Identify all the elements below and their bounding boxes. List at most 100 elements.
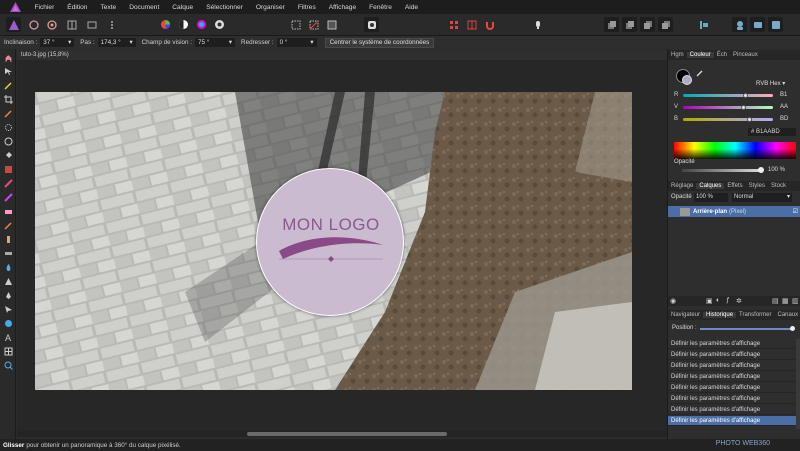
affinity-photo-logo-icon[interactable] xyxy=(8,0,22,14)
history-item[interactable]: Définir les paramètres d'affichage xyxy=(668,416,796,426)
more-options-icon[interactable] xyxy=(104,17,119,32)
mask-icon[interactable]: ▣ xyxy=(706,297,713,305)
history-item[interactable]: Définir les paramètres d'affichage xyxy=(668,339,796,349)
red-value[interactable]: B1 xyxy=(780,92,787,98)
shape-tool-icon[interactable] xyxy=(3,318,13,328)
crop-tool-icon[interactable] xyxy=(3,94,13,104)
photo-persona-icon[interactable] xyxy=(6,17,21,32)
blue-knob[interactable] xyxy=(747,116,753,122)
export-persona-icon[interactable] xyxy=(84,17,99,32)
panel-tab[interactable]: Stock xyxy=(768,183,789,189)
inclination-field[interactable]: 37 ° ▾ xyxy=(40,38,75,47)
auto-contrast-icon[interactable] xyxy=(176,17,191,32)
arrange-back-icon[interactable] xyxy=(658,17,673,32)
menu-item[interactable]: Aide xyxy=(398,4,424,11)
erase-tool-icon[interactable] xyxy=(3,206,13,216)
healing-brush-icon[interactable] xyxy=(3,248,13,258)
panel-tab[interactable]: Hgm xyxy=(668,52,687,58)
menu-item[interactable]: Fenêtre xyxy=(363,4,399,11)
auto-colors-icon[interactable] xyxy=(194,17,209,32)
blue-value[interactable]: BD xyxy=(780,116,788,122)
scrollbar-thumb[interactable] xyxy=(247,432,447,436)
color-spectrum[interactable] xyxy=(674,142,796,159)
red-knob[interactable] xyxy=(742,92,748,98)
history-item[interactable]: Définir les paramètres d'affichage xyxy=(668,372,796,382)
panel-tab[interactable]: Couleur xyxy=(686,52,714,58)
pen-tool-icon[interactable] xyxy=(3,290,13,300)
panel-tab[interactable]: Réglage xyxy=(668,183,696,189)
history-item[interactable]: Définir les paramètres d'affichage xyxy=(668,350,796,360)
align-icon[interactable] xyxy=(696,17,711,32)
fov-field[interactable]: 75 ° ▾ xyxy=(195,38,236,47)
panel-tab[interactable]: Styles xyxy=(746,183,768,189)
red-slider[interactable]: R B1 xyxy=(674,91,799,99)
logo-circle[interactable]: MON LOGO xyxy=(256,168,404,316)
center-coordinate-system-button[interactable]: Centrer le système de coordonnées xyxy=(324,37,435,48)
menu-item[interactable]: Sélectionner xyxy=(200,4,250,11)
deselect-icon[interactable] xyxy=(306,17,321,32)
panel-tab[interactable]: Historique xyxy=(703,312,737,318)
eyedropper-icon[interactable] xyxy=(696,69,704,79)
quick-mask-icon[interactable] xyxy=(364,17,379,32)
clone-tool-icon[interactable] xyxy=(3,234,13,244)
move-tool-icon[interactable] xyxy=(3,66,13,76)
paint-brush-icon[interactable] xyxy=(3,178,13,188)
menu-item[interactable]: Organiser xyxy=(249,4,291,11)
menu-item[interactable]: Texte xyxy=(94,4,123,11)
history-item[interactable]: Définir les paramètres d'affichage xyxy=(668,405,796,415)
menu-item[interactable]: Fichier xyxy=(28,4,61,11)
history-item[interactable]: Définir les paramètres d'affichage xyxy=(668,394,796,404)
document-tab[interactable]: tuto-3.jpg (15,8%) xyxy=(17,50,667,60)
sharpen-tool-icon[interactable] xyxy=(3,276,13,286)
arrange-backward-icon[interactable] xyxy=(640,17,655,32)
layer-opacity-field[interactable]: 100 % xyxy=(694,193,728,202)
menu-item[interactable]: Filtres xyxy=(291,4,322,11)
selection-brush-icon[interactable] xyxy=(3,108,13,118)
assistant-icon[interactable] xyxy=(530,17,545,32)
history-item[interactable]: Définir les paramètres d'affichage xyxy=(668,383,796,393)
history-scrollbar[interactable] xyxy=(796,339,800,429)
panel-tab[interactable]: Calques xyxy=(696,183,725,189)
color-mode-select[interactable]: RVB Hex ▾ xyxy=(756,80,785,87)
add-layer-icon[interactable]: ▦ xyxy=(782,297,789,305)
user-account-icon[interactable] xyxy=(732,17,747,32)
layer-visibility-checkbox[interactable]: ☑ xyxy=(793,208,798,215)
menu-item[interactable]: Calque xyxy=(166,4,200,11)
snapping-grid-icon[interactable] xyxy=(446,17,461,32)
mesh-warp-icon[interactable] xyxy=(3,346,13,356)
view-tool-icon[interactable] xyxy=(3,53,13,63)
marquee-tool-icon[interactable] xyxy=(3,136,13,146)
horizontal-scrollbar[interactable] xyxy=(17,431,667,437)
node-tool-icon[interactable] xyxy=(3,304,13,314)
text-tool-icon[interactable]: A xyxy=(3,332,13,342)
green-knob[interactable] xyxy=(740,104,746,110)
panel-tab[interactable]: Canaux xyxy=(774,312,800,318)
menu-item[interactable]: Édition xyxy=(61,4,94,11)
snapping-magnet-icon[interactable] xyxy=(482,17,497,32)
gradient-tool-icon[interactable] xyxy=(3,164,13,174)
delete-layer-icon[interactable]: ▥ xyxy=(792,297,799,305)
panel-tab[interactable]: Éch xyxy=(714,52,730,58)
invert-selection-icon[interactable] xyxy=(324,17,339,32)
tone-mapping-persona-icon[interactable] xyxy=(64,17,79,32)
position-knob[interactable] xyxy=(790,326,795,331)
opacity-value[interactable]: 100 % xyxy=(768,167,785,173)
secondary-color-swatch[interactable] xyxy=(682,75,692,85)
green-value[interactable]: AA xyxy=(780,104,788,110)
fill-tool-icon[interactable] xyxy=(3,150,13,160)
color-picker-icon[interactable] xyxy=(3,80,13,90)
studio-toggle-icon[interactable] xyxy=(768,17,783,32)
dodge-tool-icon[interactable] xyxy=(3,220,13,230)
layer-options-icon[interactable]: ◉ xyxy=(670,297,676,305)
fx-icon[interactable]: ƒ xyxy=(726,297,730,304)
flood-select-icon[interactable] xyxy=(3,122,13,132)
live-filter-icon[interactable]: ✲ xyxy=(736,297,742,305)
step-field[interactable]: 174,3 ° ▾ xyxy=(97,38,136,47)
adjustment-icon[interactable]: ◐ xyxy=(716,297,720,304)
develop-persona-icon[interactable] xyxy=(44,17,59,32)
panel-tab[interactable]: Effets xyxy=(724,183,745,189)
menu-item[interactable]: Affichage xyxy=(322,4,362,11)
history-item[interactable]: Définir les paramètres d'affichage xyxy=(668,361,796,371)
green-slider[interactable]: V AA xyxy=(674,103,799,111)
blend-mode-select[interactable]: Normal ▾ xyxy=(732,193,792,202)
